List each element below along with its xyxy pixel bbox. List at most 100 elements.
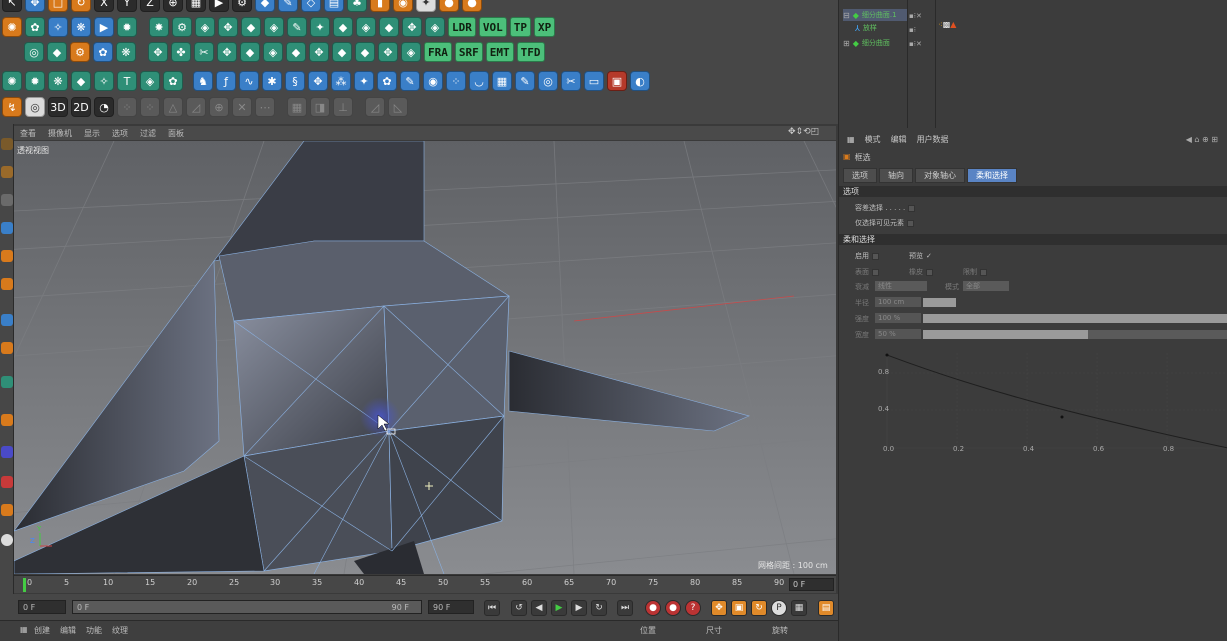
subdivision-icon[interactable]: ◇ xyxy=(301,0,321,12)
bend-icon[interactable]: ♣ xyxy=(347,0,367,12)
lock-workplane-icon[interactable] xyxy=(1,446,13,458)
menu-icon[interactable]: ▦ xyxy=(20,625,28,634)
mograph-icon-6[interactable]: ◈ xyxy=(140,71,160,91)
menu-options[interactable]: 选项 xyxy=(112,128,128,139)
plugin-icon-4[interactable]: ▶ xyxy=(94,17,114,37)
playhead[interactable] xyxy=(23,578,26,592)
current-frame-field[interactable]: 0 F xyxy=(789,578,834,591)
menu-mode[interactable]: 模式 xyxy=(865,134,881,145)
effector-icon-4[interactable]: ✥ xyxy=(308,71,328,91)
plugin-icon-6[interactable]: ◎ xyxy=(24,42,44,62)
xp-diamond-icon-1[interactable]: ◈ xyxy=(195,17,215,37)
mograph-icon-7[interactable]: ✿ xyxy=(163,71,183,91)
xp-diamond-icon-6[interactable]: ✦ xyxy=(310,17,330,37)
xp-diamond-icon-2[interactable]: ✥ xyxy=(218,17,238,37)
fra-button[interactable]: FRA xyxy=(424,42,452,62)
effector-icon-13[interactable]: ✎ xyxy=(515,71,535,91)
tolerant-select-row[interactable]: 容差选择 . . . . . xyxy=(855,203,916,213)
solo-icon[interactable] xyxy=(1,476,13,488)
menu-user-data[interactable]: 用户数据 xyxy=(917,134,949,145)
xp-gear-icon[interactable]: ⚙ xyxy=(172,17,192,37)
axis-x-icon[interactable]: X xyxy=(94,0,114,12)
effector-icon-7[interactable]: ✿ xyxy=(377,71,397,91)
menu-filter[interactable]: 过滤 xyxy=(140,128,156,139)
camera-icon[interactable]: ◉ xyxy=(393,0,413,12)
xp-row2-icon-2[interactable]: ✤ xyxy=(171,42,191,62)
xp-diamond-icon-9[interactable]: ◆ xyxy=(379,17,399,37)
falloff-curve-graph[interactable] xyxy=(865,343,1227,453)
preview-range-slider[interactable]: 0 F 90 F xyxy=(72,600,422,614)
xp-row2-icon-7[interactable]: ◆ xyxy=(286,42,306,62)
prev-frame-icon[interactable]: ◀ xyxy=(531,600,547,616)
visibility-toggles[interactable]: ▪⁝✕ ▪⁝ ▪⁝✕ xyxy=(909,9,922,51)
quantize-icon[interactable]: ◔ xyxy=(94,97,114,117)
snap-icon[interactable]: ↯ xyxy=(2,97,22,117)
text-icon[interactable]: T xyxy=(117,71,137,91)
texture-mode-icon[interactable] xyxy=(1,166,13,178)
xp-diamond-icon-11[interactable]: ◈ xyxy=(425,17,445,37)
enable-checkbox[interactable] xyxy=(872,252,879,260)
autokey-icon[interactable]: ● xyxy=(665,600,681,616)
xp-row2-icon-3[interactable]: ✂ xyxy=(194,42,214,62)
plugin-icon-1[interactable]: ✿ xyxy=(25,17,45,37)
workplane-mode-icon[interactable] xyxy=(1,194,13,206)
coord-system-icon[interactable]: ⊕ xyxy=(163,0,183,12)
preview-row[interactable]: 预览 ✓ xyxy=(909,251,932,261)
ldr-button[interactable]: LDR xyxy=(448,17,476,37)
python-icon[interactable]: § xyxy=(285,71,305,91)
tweak-mode-icon[interactable] xyxy=(1,376,13,388)
prev-key-icon[interactable]: ↺ xyxy=(511,600,527,616)
tab-object-axis[interactable]: 对象轴心 xyxy=(915,168,965,183)
plugin-icon-9[interactable]: ✿ xyxy=(93,42,113,62)
sphere-icon[interactable]: ● xyxy=(439,0,459,12)
model-mode-icon[interactable] xyxy=(1,138,13,150)
tp-button[interactable]: TP xyxy=(509,17,531,37)
edges-mode-icon[interactable] xyxy=(1,250,13,262)
effector-fx-icon[interactable]: ƒ xyxy=(216,71,236,91)
mograph-icon-4[interactable]: ◆ xyxy=(71,71,91,91)
magnet-icon[interactable]: ✺ xyxy=(2,17,22,37)
xp-row2-icon-9[interactable]: ◆ xyxy=(332,42,352,62)
floor-icon[interactable]: ▮ xyxy=(370,0,390,12)
cube-icon[interactable]: ◆ xyxy=(255,0,275,12)
tfd-button[interactable]: TFD xyxy=(516,42,545,62)
effector-icon-14[interactable]: ◎ xyxy=(538,71,558,91)
snap-mode-icon[interactable] xyxy=(1,414,13,426)
points-mode-icon[interactable] xyxy=(1,222,13,234)
scale-tool-icon[interactable]: □ xyxy=(48,0,68,12)
mograph-icon-5[interactable]: ✧ xyxy=(94,71,114,91)
menu-edit[interactable]: 编辑 xyxy=(891,134,907,145)
object-row-loft[interactable]: ⅄ 放样 xyxy=(855,22,877,34)
plugin-icon-10[interactable]: ❋ xyxy=(116,42,136,62)
xp-row2-icon-8[interactable]: ✥ xyxy=(309,42,329,62)
keyframe-help-icon[interactable]: ? xyxy=(685,600,701,616)
xp-row2-icon-6[interactable]: ◈ xyxy=(263,42,283,62)
workplane-icon[interactable]: ◎ xyxy=(25,97,45,117)
preview-check-icon[interactable]: ✓ xyxy=(926,252,932,260)
xp-diamond-icon-10[interactable]: ✥ xyxy=(402,17,422,37)
next-frame-icon[interactable]: ▶ xyxy=(571,600,587,616)
tab-axis[interactable]: 轴向 xyxy=(879,168,913,183)
axis-z-icon[interactable]: Z xyxy=(140,0,160,12)
effector-icon-1[interactable]: ♞ xyxy=(193,71,213,91)
menu-view[interactable]: 查看 xyxy=(20,128,36,139)
xp-row2-icon-4[interactable]: ✥ xyxy=(217,42,237,62)
xp-diamond-icon-3[interactable]: ◆ xyxy=(241,17,261,37)
snap-3d-icon[interactable]: 3D xyxy=(48,97,68,117)
light-icon[interactable]: ✦ xyxy=(416,0,436,12)
plugin-icon-8[interactable]: ⚙ xyxy=(70,42,90,62)
key-rotation-icon[interactable]: ↻ xyxy=(751,600,767,616)
rotate-tool-icon[interactable]: ↻ xyxy=(71,0,91,12)
plugin-icon-3[interactable]: ❋ xyxy=(71,17,91,37)
mograph-icon-2[interactable]: ✹ xyxy=(25,71,45,91)
render-settings-icon[interactable]: ⚙ xyxy=(232,0,252,12)
sky-icon[interactable]: ● xyxy=(462,0,482,12)
axis-y-icon[interactable]: Y xyxy=(117,0,137,12)
render-region-icon[interactable]: ▦ xyxy=(186,0,206,12)
menu-panel[interactable]: 面板 xyxy=(168,128,184,139)
xp-emitter-icon[interactable]: ✸ xyxy=(149,17,169,37)
plugin-icon-2[interactable]: ✧ xyxy=(48,17,68,37)
xp-row2-icon-12[interactable]: ◈ xyxy=(401,42,421,62)
key-parameter-icon[interactable]: P xyxy=(771,600,787,616)
mograph-icon-3[interactable]: ❋ xyxy=(48,71,68,91)
